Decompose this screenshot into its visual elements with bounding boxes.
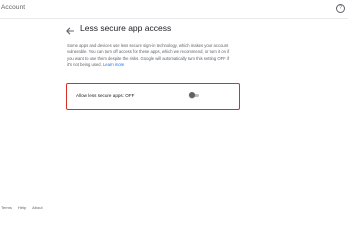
footer: Terms Help About: [1, 205, 48, 210]
app-bar-divider: [0, 18, 348, 19]
page-description: Some apps and devices use less secure si…: [67, 43, 232, 69]
footer-link-about[interactable]: About: [32, 205, 42, 210]
page-title: Less secure app access: [80, 23, 172, 33]
toggle-knob: [189, 92, 195, 98]
app-bar: Account ?: [0, 0, 348, 24]
footer-link-help[interactable]: Help: [18, 205, 26, 210]
arrow-back-icon[interactable]: [65, 23, 75, 35]
footer-link-terms[interactable]: Terms: [1, 205, 12, 210]
app-title: Account: [1, 4, 26, 11]
less-secure-apps-setting-card: Allow less secure apps: OFF: [66, 83, 240, 110]
less-secure-apps-toggle[interactable]: [189, 92, 199, 99]
setting-label: Allow less secure apps: OFF: [76, 93, 135, 98]
description-text: Some apps and devices use less secure si…: [67, 43, 230, 68]
learn-more-link[interactable]: Learn more: [103, 62, 124, 67]
help-icon[interactable]: ?: [336, 4, 345, 13]
